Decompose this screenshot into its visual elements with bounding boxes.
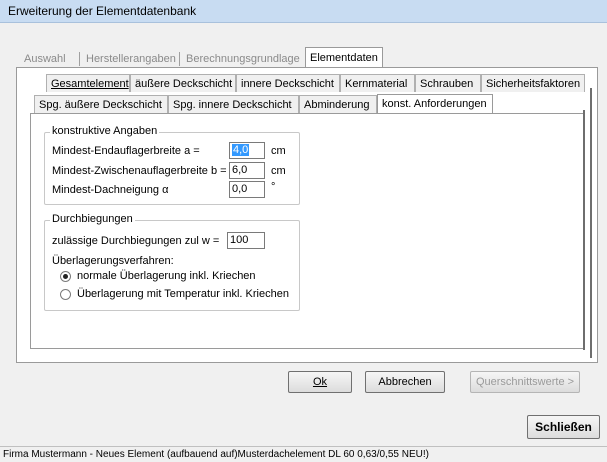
page-shadow xyxy=(590,88,592,358)
tab-kernmaterial[interactable]: Kernmaterial xyxy=(340,74,415,92)
dachneigung-input[interactable]: 0,0 xyxy=(229,181,265,198)
window-title: Erweiterung der Elementdatenbank xyxy=(8,4,197,18)
title-bar: Erweiterung der Elementdatenbank xyxy=(0,0,607,23)
zwischenauflager-label: Mindest-Zwischenauflagerbreite b = xyxy=(52,165,227,177)
zul-durchbiegung-input[interactable]: 100 xyxy=(227,232,265,249)
ok-button[interactable]: Ok xyxy=(288,371,352,393)
tab-innere-deckschicht[interactable]: innere Deckschicht xyxy=(236,74,340,92)
cancel-button[interactable]: Abbrechen xyxy=(365,371,445,393)
tab-spg-innere-deckschicht[interactable]: Spg. innere Deckschicht xyxy=(168,95,299,113)
tab-abminderung[interactable]: Abminderung xyxy=(299,95,377,113)
tab-berechnungsgrundlage[interactable]: Berechnungsgrundlage xyxy=(182,50,304,68)
page-shadow xyxy=(583,110,585,350)
tab-separator xyxy=(179,52,180,66)
zul-durchbiegung-label: zulässige Durchbiegungen zul w = xyxy=(52,235,220,247)
radio-ueberlagerung-temperatur[interactable] xyxy=(60,289,71,300)
tab-auswahl[interactable]: Auswahl xyxy=(20,50,70,68)
tab-aeussere-deckschicht[interactable]: äußere Deckschicht xyxy=(130,74,236,92)
radio-normale-ueberlagerung[interactable] xyxy=(60,271,71,282)
radio-label: normale Überlagerung inkl. Kriechen xyxy=(77,270,256,282)
dachneigung-label: Mindest-Dachneigung α xyxy=(52,184,169,196)
tab-sicherheitsfaktoren[interactable]: Sicherheitsfaktoren xyxy=(481,74,585,92)
button-label: Ok xyxy=(312,376,328,388)
tab-herstellerangaben[interactable]: Herstellerangaben xyxy=(82,50,180,68)
tab-elementdaten[interactable]: Elementdaten xyxy=(305,47,383,68)
endauflager-input[interactable]: 4,0 xyxy=(229,142,265,159)
zwischenauflager-unit: cm xyxy=(271,165,286,177)
querschnittswerte-button[interactable]: Querschnittswerte > xyxy=(470,371,580,393)
tab-konst-anforderungen[interactable]: konst. Anforderungen xyxy=(377,94,493,114)
tab-label: Gesamtelement xyxy=(51,78,129,90)
tab-separator xyxy=(79,52,80,66)
tab-gesamtelement[interactable]: Gesamtelement xyxy=(46,74,130,92)
verfahren-label: Überlagerungsverfahren: xyxy=(52,255,174,267)
dialog-window: Erweiterung der Elementdatenbank Auswahl… xyxy=(0,0,607,462)
zwischenauflager-input[interactable]: 6,0 xyxy=(229,162,265,179)
endauflager-unit: cm xyxy=(271,145,286,157)
group-title: Durchbiegungen xyxy=(50,213,135,225)
status-bar: Firma Mustermann - Neues Element (aufbau… xyxy=(0,446,607,462)
tab-schrauben[interactable]: Schrauben xyxy=(415,74,481,92)
endauflager-value: 4,0 xyxy=(232,144,250,156)
radio-label: Überlagerung mit Temperatur inkl. Kriech… xyxy=(77,288,289,300)
close-button[interactable]: Schließen xyxy=(527,415,600,439)
endauflager-label: Mindest-Endauflagerbreite a = xyxy=(52,145,200,157)
dachneigung-unit: ° xyxy=(271,181,276,193)
group-title: konstruktive Angaben xyxy=(50,125,160,137)
tab-spg-aeussere-deckschicht[interactable]: Spg. äußere Deckschicht xyxy=(34,95,168,113)
